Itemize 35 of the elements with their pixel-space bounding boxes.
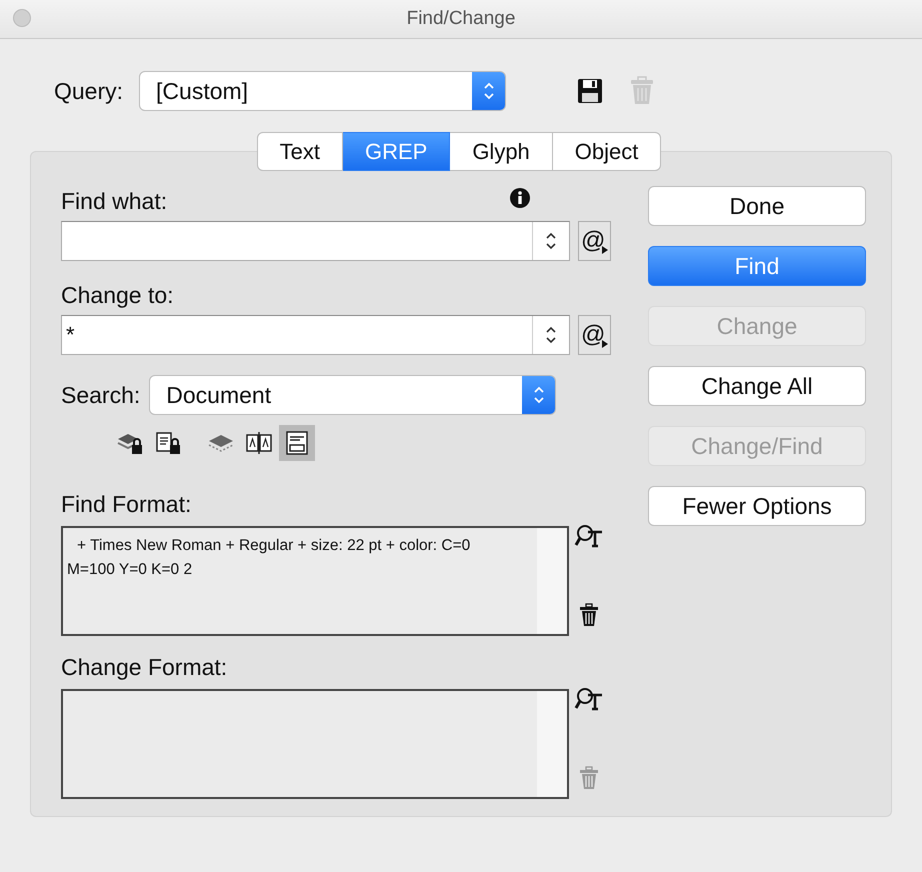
- stepper-icon: [544, 230, 558, 252]
- window-title: Find/Change: [406, 8, 516, 30]
- query-label: Query:: [54, 78, 124, 104]
- tab[interactable]: Glyph: [450, 132, 553, 171]
- special-characters-button[interactable]: @: [578, 315, 611, 355]
- change-to-field[interactable]: *: [61, 315, 570, 355]
- trash-icon[interactable]: [578, 603, 600, 627]
- format-label: Find Format:: [61, 491, 192, 518]
- book-icon: [244, 430, 274, 456]
- dialog-button[interactable]: Change All: [648, 366, 866, 406]
- stepper-icon: [532, 384, 546, 406]
- triangle-icon: [602, 340, 608, 348]
- change-format-box[interactable]: [61, 689, 569, 799]
- query-select[interactable]: [Custom]: [139, 71, 506, 111]
- find-what-field[interactable]: [61, 221, 570, 261]
- format-label: Change Format:: [61, 654, 228, 681]
- special-characters-button[interactable]: @: [578, 221, 611, 261]
- format-settings-icon[interactable]: [574, 523, 604, 549]
- field-label: Change to:: [61, 282, 174, 308]
- tab[interactable]: Object: [552, 132, 662, 171]
- tab[interactable]: GREP: [342, 132, 450, 171]
- stepper-icon: [482, 80, 496, 102]
- note-toggle[interactable]: [279, 425, 315, 461]
- save-icon[interactable]: [576, 77, 604, 105]
- stepper-icon: [544, 324, 558, 346]
- dialog-button[interactable]: Fewer Options: [648, 486, 866, 526]
- info-icon[interactable]: [509, 187, 531, 209]
- field-label: Find what:: [61, 188, 168, 214]
- format-settings-icon[interactable]: [574, 686, 604, 712]
- tab[interactable]: Text: [256, 132, 343, 171]
- dialog-button[interactable]: Done: [648, 186, 866, 226]
- triangle-icon: [602, 246, 608, 254]
- find-format-box[interactable]: + Times New Roman + Regular + size: 22 pt + color: C=0 M=100 Y=0 K=0 2: [61, 526, 569, 636]
- search-label: Search:: [61, 382, 140, 408]
- search-select[interactable]: Document: [149, 375, 556, 415]
